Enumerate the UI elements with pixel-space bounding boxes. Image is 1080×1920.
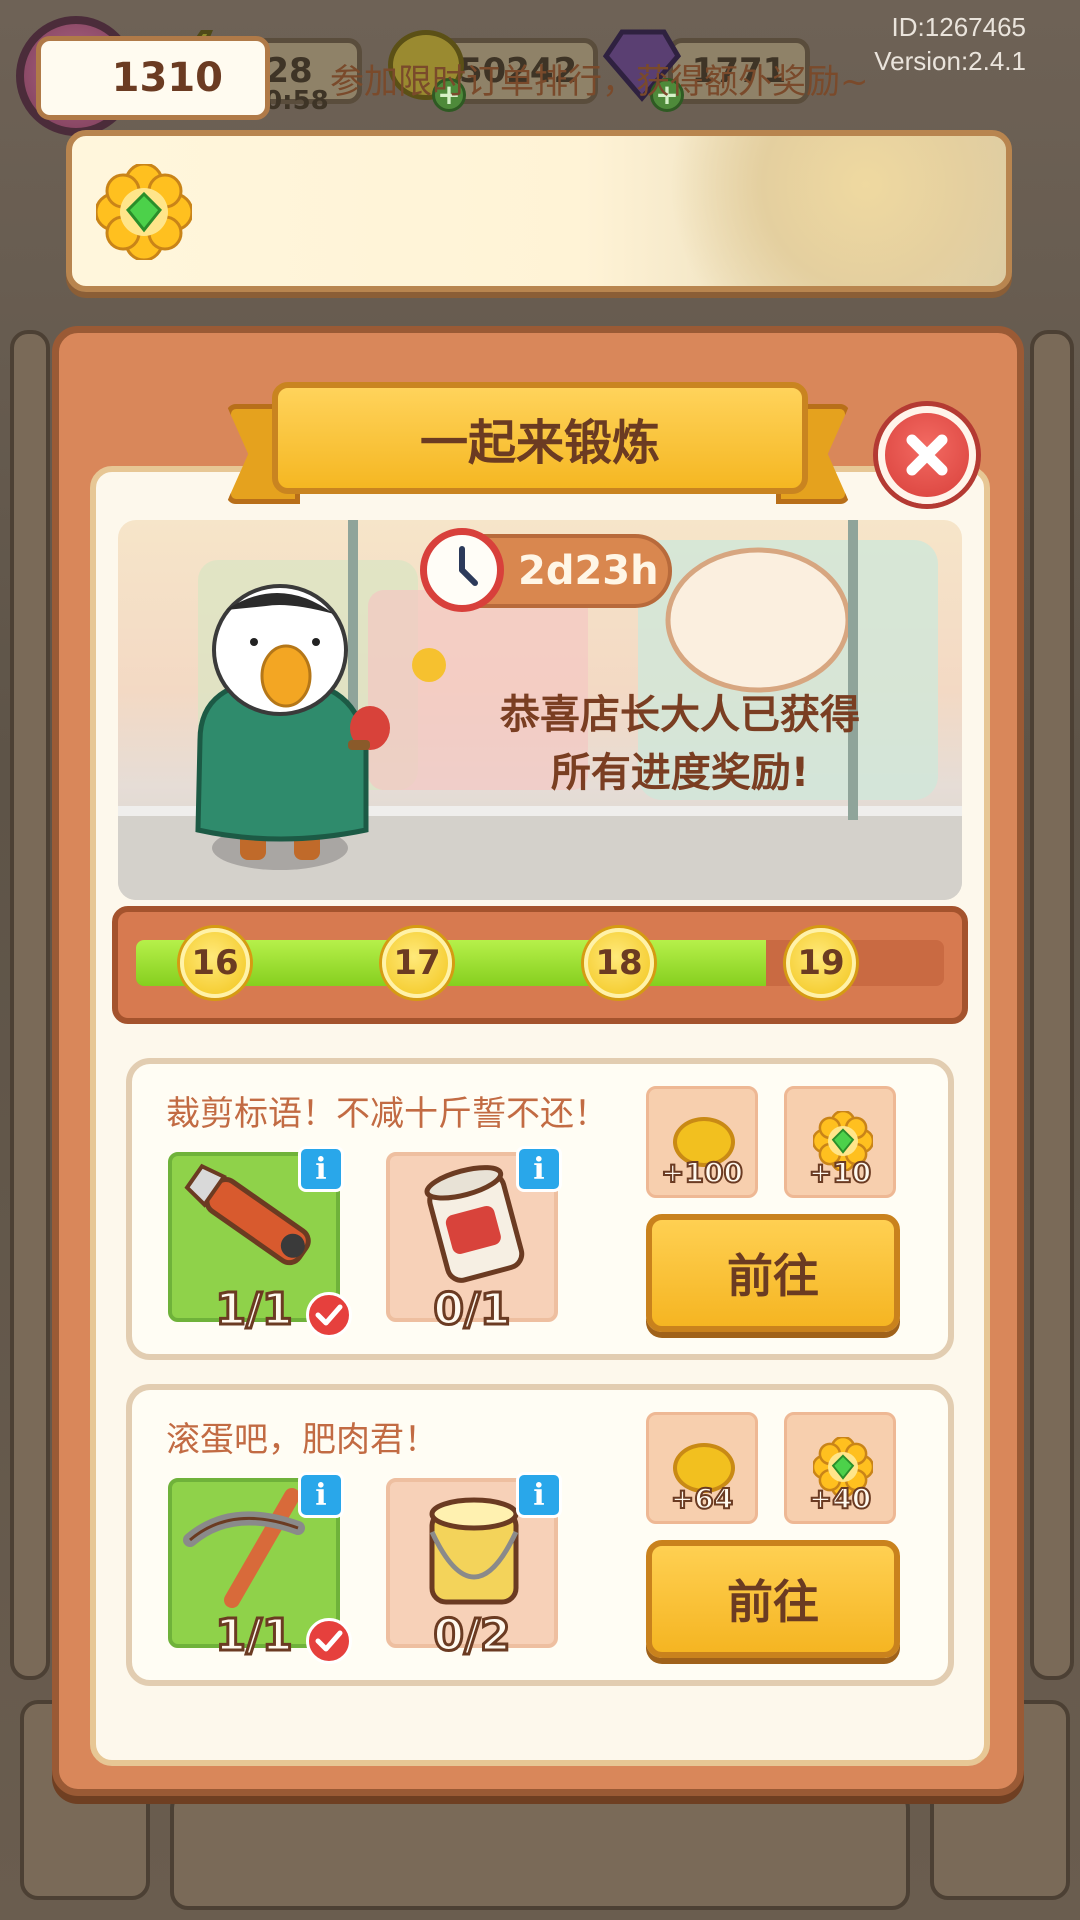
ping-pong-ball (412, 648, 446, 682)
reward-value: +40 (808, 1481, 872, 1516)
completion-message-line1: 恭喜店长大人已获得 (500, 692, 860, 738)
clock-icon (420, 528, 504, 612)
info-button[interactable]: i (516, 1472, 562, 1518)
event-ranking-banner[interactable] (66, 130, 1012, 292)
panel-title: 一起来锻炼 (272, 382, 808, 494)
check-icon (306, 1292, 352, 1338)
version-info: ID:1267465 Version:2.4.1 (874, 10, 1026, 78)
close-button[interactable] (878, 406, 976, 504)
completion-message-line2: 所有进度奖励! (550, 750, 810, 796)
check-icon (306, 1618, 352, 1664)
background-shelf-left (10, 330, 50, 1680)
energy-value: 28 (265, 51, 313, 91)
task-title: 滚蛋吧，肥肉君！ (166, 1420, 438, 1460)
flower-gem-icon (94, 162, 194, 262)
milestone-badge[interactable]: 16 (180, 928, 250, 998)
banner-message: 参加限时订单排行，获得额外奖励~ (330, 62, 869, 102)
info-button[interactable]: i (298, 1146, 344, 1192)
info-button[interactable]: i (516, 1146, 562, 1192)
reward-value: +64 (670, 1481, 734, 1516)
duck-character (170, 580, 410, 900)
background-shelf-right (1030, 330, 1074, 1680)
banner-points-pill: 1310 (36, 36, 270, 120)
event-timer-value: 2d23h (518, 548, 659, 594)
requirement-count: 0/1 (432, 1283, 512, 1337)
go-button[interactable]: 前往 (646, 1540, 900, 1658)
close-icon (906, 434, 948, 476)
reward-value: +10 (808, 1155, 872, 1190)
milestone-badge[interactable]: 17 (382, 928, 452, 998)
completion-message: 恭喜店长大人已获得 所有进度奖励! (470, 686, 890, 802)
reward-value: +100 (660, 1155, 744, 1190)
user-id-text: ID:1267465 (891, 12, 1026, 42)
milestone-badge[interactable]: 19 (786, 928, 856, 998)
task-title: 裁剪标语！不减十斤誓不还！ (166, 1094, 608, 1134)
background-bottom-bar (170, 1790, 910, 1910)
version-text: Version:2.4.1 (874, 46, 1026, 76)
info-button[interactable]: i (298, 1472, 344, 1518)
go-button[interactable]: 前往 (646, 1214, 900, 1332)
requirement-count: 0/2 (432, 1609, 512, 1663)
milestone-badge[interactable]: 18 (584, 928, 654, 998)
banner-art (632, 136, 1006, 286)
banner-points-value: 1310 (111, 55, 223, 101)
